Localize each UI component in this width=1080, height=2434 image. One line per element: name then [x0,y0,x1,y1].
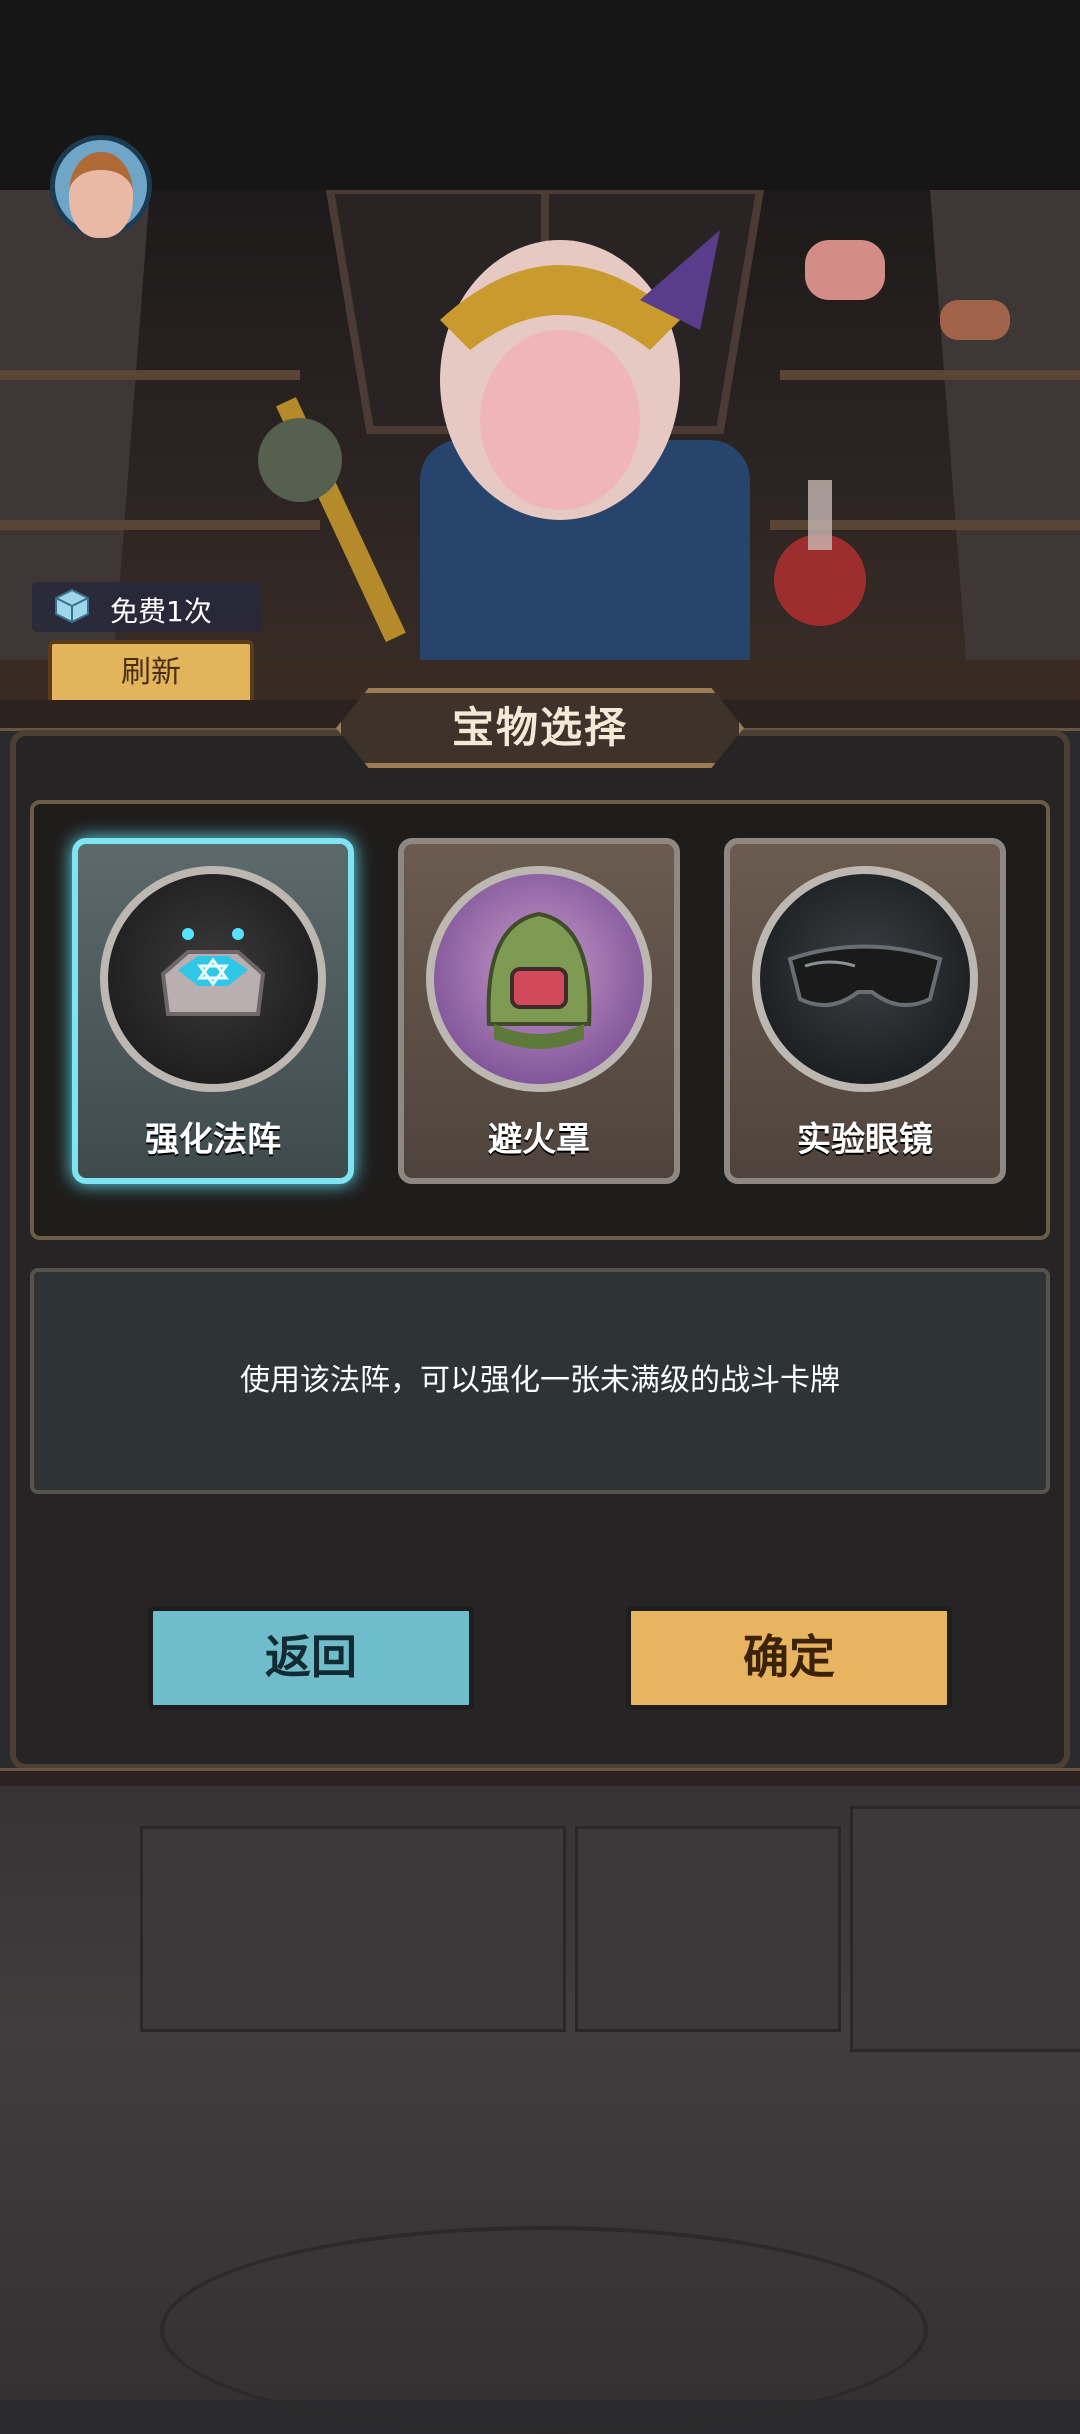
fire-hood-icon [426,866,652,1092]
treasure-card-fire-hood[interactable]: 避火罩 [398,838,680,1184]
magic-array-icon [100,866,326,1092]
free-refresh-badge: 免费1次 [32,582,262,632]
treasure-name-1: 强化法阵 [145,1120,281,1160]
treasure-card-magic-array[interactable]: 强化法阵 [72,838,354,1184]
wall-brick [575,1826,841,2032]
cube-icon [55,588,89,624]
status-bar-area [0,0,1080,190]
confirm-button[interactable]: 确定 [626,1606,952,1710]
refresh-button[interactable]: 刷新 [48,640,254,708]
floor-circle [160,2226,928,2434]
dialog-title: 宝物选择 [451,703,628,752]
treasure-description: 使用该法阵，可以强化一张未满级的战斗卡牌 [240,1363,840,1398]
lab-goggles-icon [752,866,978,1092]
free-count-label: 免费1次 [110,595,212,628]
avatar-face [69,152,133,238]
wall-brick [850,1806,1080,2052]
merchant-scene [0,190,1080,710]
treasure-name-2: 避火罩 [488,1120,590,1160]
dungeon-floor-background [0,1786,1080,2434]
back-button[interactable]: 返回 [148,1606,474,1710]
treasure-name-3: 实验眼镜 [797,1120,933,1160]
player-avatar-icon[interactable] [50,135,152,238]
wall-brick [140,1826,566,2032]
treasure-card-lab-goggles[interactable]: 实验眼镜 [724,838,1006,1184]
